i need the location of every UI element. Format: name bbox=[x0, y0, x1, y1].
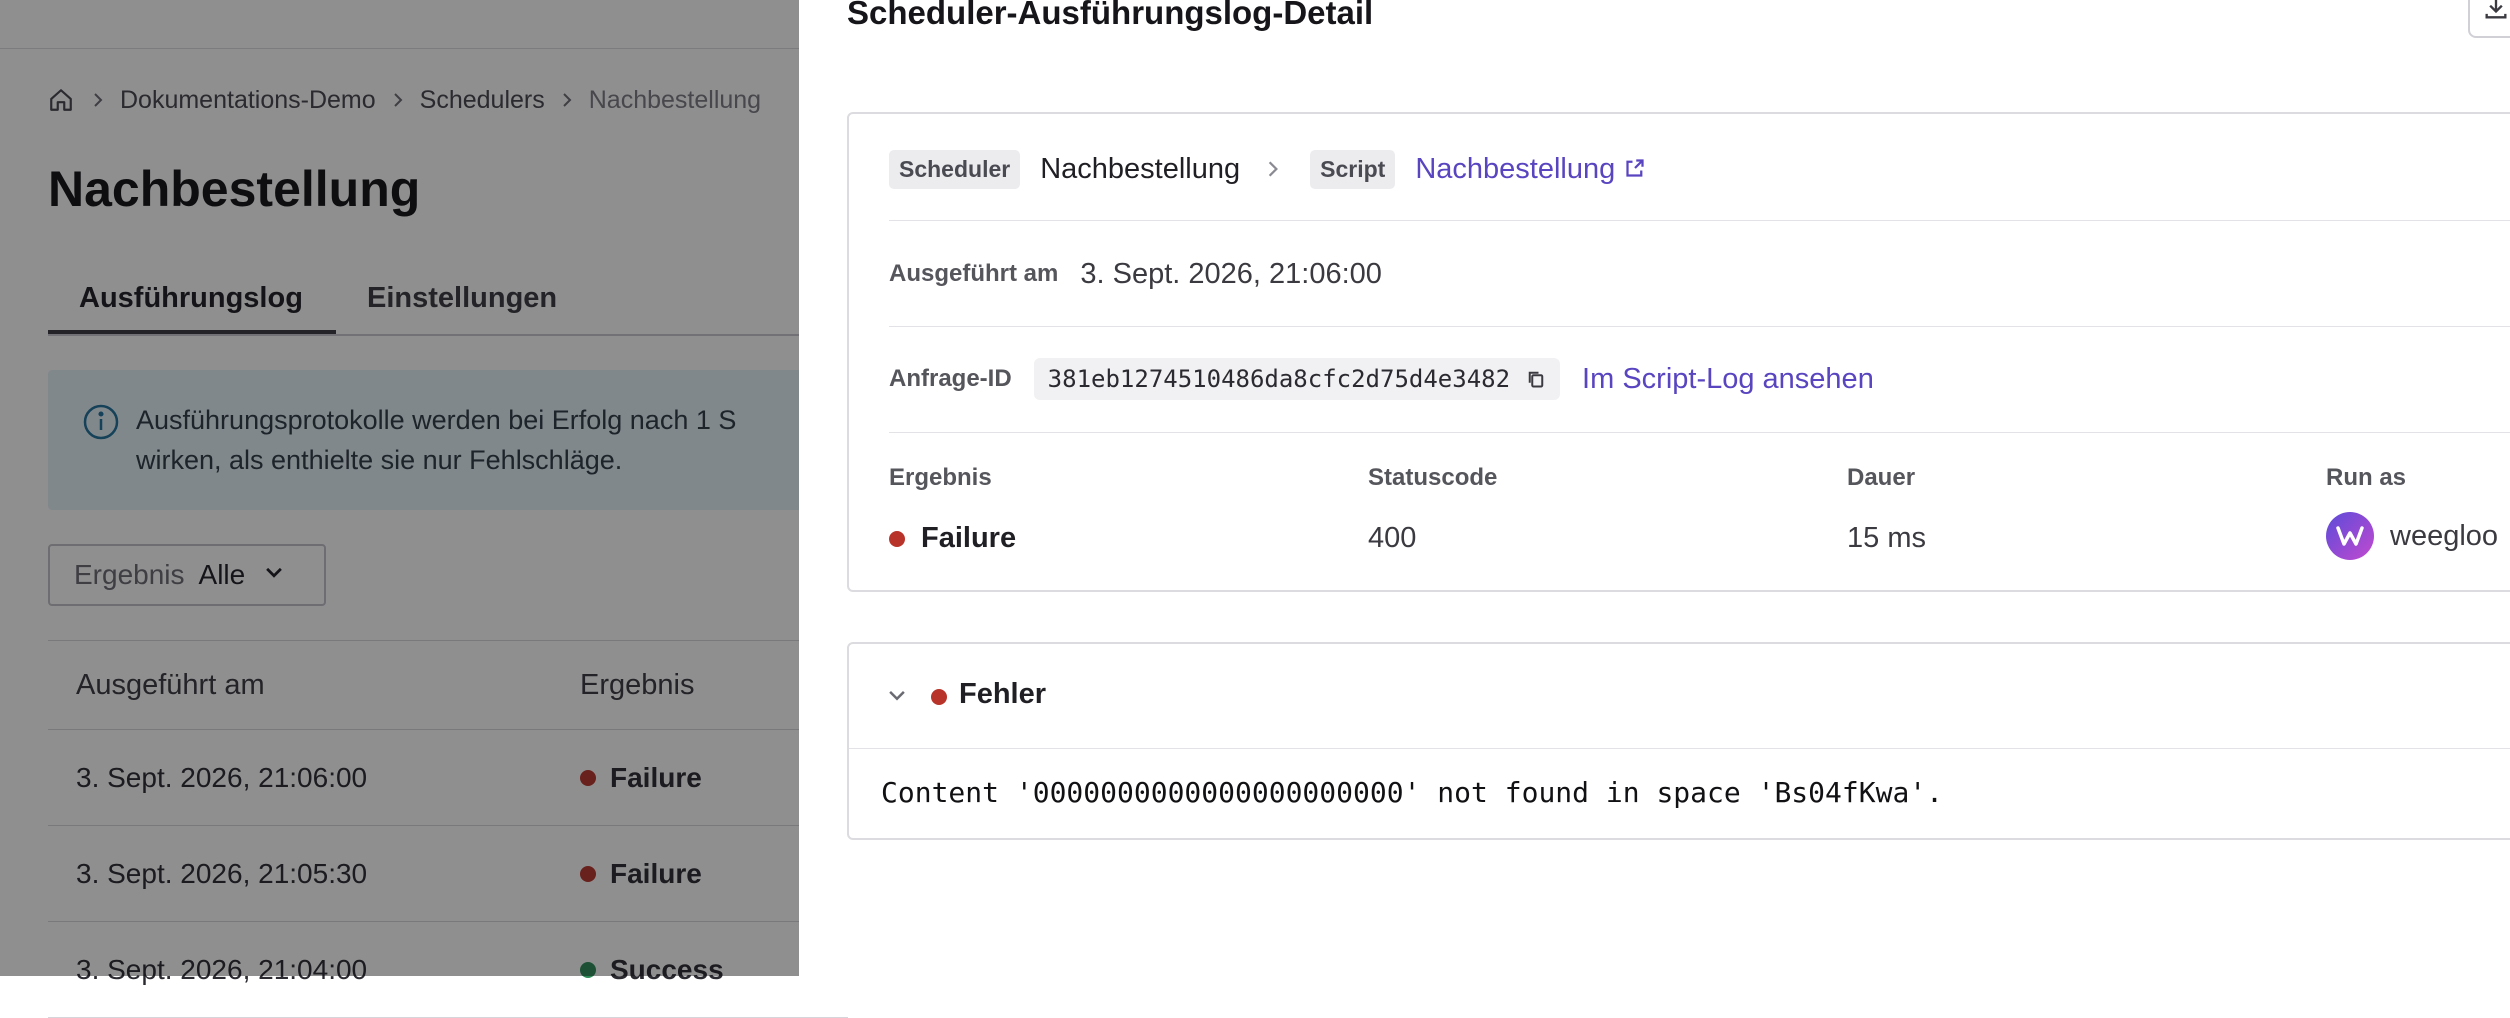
script-link-text: Nachbestellung bbox=[1415, 152, 1616, 185]
copy-icon[interactable] bbox=[1526, 369, 1546, 389]
error-title: Fehler bbox=[959, 678, 1047, 710]
scheduler-tag: Scheduler bbox=[889, 149, 1021, 189]
duration-field: Dauer 15 ms bbox=[1847, 464, 1926, 554]
divider bbox=[889, 432, 2510, 433]
request-id-label: Anfrage-ID bbox=[889, 365, 1012, 392]
result-field: Ergebnis Failure bbox=[889, 464, 1016, 554]
detail-card: Scheduler Nachbestellung Script Nachbest… bbox=[847, 112, 2510, 592]
status-code-value: 400 bbox=[1368, 522, 1417, 554]
divider bbox=[889, 326, 2510, 327]
detail-drawer: Scheduler-Ausführungslog-Detail Schedule… bbox=[799, 0, 2510, 976]
status-code-field: Statuscode 400 bbox=[1368, 464, 1498, 554]
executed-row: Ausgeführt am 3. Sept. 2026, 21:06:00 bbox=[889, 254, 1382, 294]
request-id-row: Anfrage-ID 381eb1274510486da8cfc2d75d4e3… bbox=[889, 358, 1874, 400]
external-link-icon bbox=[1625, 153, 1645, 186]
executed-value: 3. Sept. 2026, 21:06:00 bbox=[1080, 257, 1382, 290]
run-as-value: weegloo bbox=[2326, 512, 2498, 560]
download-icon bbox=[2482, 0, 2510, 27]
run-as-label: Run as bbox=[2326, 464, 2407, 491]
divider bbox=[889, 220, 2510, 221]
download-button[interactable] bbox=[2468, 0, 2510, 38]
run-as-field: Run as weegloo bbox=[2326, 464, 2498, 560]
error-panel-header[interactable]: Fehler bbox=[849, 644, 2510, 749]
chevron-right-icon bbox=[1264, 160, 1282, 178]
chevron-down-icon[interactable] bbox=[883, 682, 911, 710]
script-log-link[interactable]: Im Script-Log ansehen bbox=[1582, 363, 1874, 396]
request-id-value: 381eb1274510486da8cfc2d75d4e3482 bbox=[1033, 358, 1561, 400]
duration-label: Dauer bbox=[1847, 464, 1916, 491]
script-tag: Script bbox=[1310, 149, 1396, 189]
result-label: Ergebnis bbox=[889, 464, 992, 491]
failure-dot bbox=[889, 530, 905, 547]
request-id-text: 381eb1274510486da8cfc2d75d4e3482 bbox=[1047, 365, 1511, 393]
error-message: Content '0000000000000000000000' not fou… bbox=[881, 776, 1944, 809]
run-as-text: weegloo bbox=[2390, 519, 2499, 552]
drawer-title: Scheduler-Ausführungslog-Detail bbox=[847, 0, 1374, 31]
script-link[interactable]: Nachbestellung bbox=[1415, 153, 1645, 186]
result-text: Failure bbox=[921, 522, 1017, 554]
avatar-logo-icon bbox=[2326, 512, 2374, 560]
result-value: Failure bbox=[889, 522, 1016, 555]
status-code-label: Statuscode bbox=[1368, 464, 1498, 491]
error-dot bbox=[931, 689, 947, 705]
duration-value: 15 ms bbox=[1847, 522, 1926, 554]
scheduler-name: Nachbestellung bbox=[1040, 152, 1241, 185]
scheduler-script-row: Scheduler Nachbestellung Script Nachbest… bbox=[889, 148, 1645, 190]
executed-label: Ausgeführt am bbox=[889, 260, 1059, 287]
error-panel: Fehler Content '0000000000000000000000' … bbox=[847, 642, 2510, 840]
